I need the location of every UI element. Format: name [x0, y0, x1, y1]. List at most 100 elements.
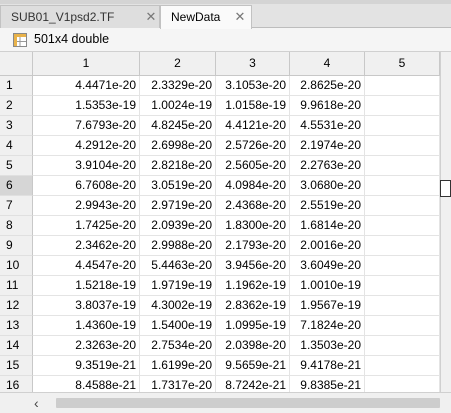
row-header-9[interactable]: 9	[0, 236, 33, 256]
table-cell[interactable]: 4.4121e-20	[216, 116, 290, 136]
row-header-10[interactable]: 10	[0, 256, 33, 276]
table-cell[interactable]: 4.8245e-20	[140, 116, 216, 136]
table-cell[interactable]: 2.9719e-20	[140, 196, 216, 216]
table-cell[interactable]: 1.6199e-20	[140, 356, 216, 376]
tab-sub01-v1psd2[interactable]: SUB01_V1psd2.TF ✕	[0, 5, 160, 28]
column-header-2[interactable]: 2	[140, 52, 216, 76]
table-cell[interactable]: 1.0158e-19	[216, 96, 290, 116]
table-cell[interactable]: 3.1053e-20	[216, 76, 290, 96]
table-cell[interactable]: 4.2912e-20	[33, 136, 140, 156]
horizontal-scrollbar[interactable]: ‹	[0, 392, 451, 413]
row-header-1[interactable]: 1	[0, 76, 33, 96]
table-cell[interactable]: 1.8300e-20	[216, 216, 290, 236]
table-cell[interactable]	[365, 76, 440, 96]
table-cell[interactable]: 4.4547e-20	[33, 256, 140, 276]
row-header-7[interactable]: 7	[0, 196, 33, 216]
table-cell[interactable]: 9.5659e-21	[216, 356, 290, 376]
table-cell[interactable]: 7.1824e-20	[290, 316, 365, 336]
table-cell[interactable]: 2.9943e-20	[33, 196, 140, 216]
table-cell[interactable]: 1.0010e-19	[290, 276, 365, 296]
table-cell[interactable]	[365, 296, 440, 316]
table-cell[interactable]	[365, 256, 440, 276]
table-cell[interactable]: 2.4368e-20	[216, 196, 290, 216]
table-cell[interactable]: 2.8625e-20	[290, 76, 365, 96]
table-cell[interactable]: 2.7534e-20	[140, 336, 216, 356]
row-header-12[interactable]: 12	[0, 296, 33, 316]
table-cell[interactable]: 2.3462e-20	[33, 236, 140, 256]
column-header-3[interactable]: 3	[216, 52, 290, 76]
table-cell[interactable]: 2.0398e-20	[216, 336, 290, 356]
table-cell[interactable]: 3.8037e-19	[33, 296, 140, 316]
table-cell[interactable]: 2.3329e-20	[140, 76, 216, 96]
table-cell[interactable]	[365, 96, 440, 116]
table-cell[interactable]	[365, 136, 440, 156]
row-header-4[interactable]: 4	[0, 136, 33, 156]
table-cell[interactable]: 2.6998e-20	[140, 136, 216, 156]
table-cell[interactable]: 1.7425e-20	[33, 216, 140, 236]
table-cell[interactable]: 2.2763e-20	[290, 156, 365, 176]
row-header-2[interactable]: 2	[0, 96, 33, 116]
table-cell[interactable]	[365, 176, 440, 196]
table-cell[interactable]: 4.0984e-20	[216, 176, 290, 196]
table-cell[interactable]: 6.7608e-20	[33, 176, 140, 196]
row-header-13[interactable]: 13	[0, 316, 33, 336]
table-cell[interactable]: 2.9988e-20	[140, 236, 216, 256]
table-cell[interactable]: 1.1962e-19	[216, 276, 290, 296]
row-header-15[interactable]: 15	[0, 356, 33, 376]
table-cell[interactable]: 1.5218e-19	[33, 276, 140, 296]
table-cell[interactable]	[365, 116, 440, 136]
table-cell[interactable]: 2.3263e-20	[33, 336, 140, 356]
table-cell[interactable]	[365, 276, 440, 296]
table-cell[interactable]: 1.5353e-19	[33, 96, 140, 116]
table-cell[interactable]: 9.3519e-21	[33, 356, 140, 376]
table-cell[interactable]: 2.5519e-20	[290, 196, 365, 216]
table-cell[interactable]: 4.3002e-19	[140, 296, 216, 316]
tab-newdata[interactable]: NewData ✕	[160, 5, 252, 29]
table-cell[interactable]: 3.9104e-20	[33, 156, 140, 176]
table-cell[interactable]: 2.5726e-20	[216, 136, 290, 156]
table-cell[interactable]: 9.4178e-21	[290, 356, 365, 376]
row-header-5[interactable]: 5	[0, 156, 33, 176]
table-cell[interactable]: 2.1793e-20	[216, 236, 290, 256]
table-cell[interactable]	[365, 156, 440, 176]
table-cell[interactable]: 1.6814e-20	[290, 216, 365, 236]
table-cell[interactable]	[365, 216, 440, 236]
table-cell[interactable]: 3.0519e-20	[140, 176, 216, 196]
row-header-11[interactable]: 11	[0, 276, 33, 296]
table-cell[interactable]: 2.8218e-20	[140, 156, 216, 176]
row-header-6[interactable]: 6	[0, 176, 33, 196]
table-cell[interactable]: 2.8362e-19	[216, 296, 290, 316]
table-cell[interactable]: 5.4463e-20	[140, 256, 216, 276]
table-cell[interactable]: 2.0939e-20	[140, 216, 216, 236]
close-icon[interactable]: ✕	[144, 6, 158, 28]
table-cell[interactable]: 1.4360e-19	[33, 316, 140, 336]
table-cell[interactable]: 2.0016e-20	[290, 236, 365, 256]
grid-corner[interactable]	[0, 52, 33, 76]
row-header-3[interactable]: 3	[0, 116, 33, 136]
row-header-14[interactable]: 14	[0, 336, 33, 356]
table-cell[interactable]	[365, 236, 440, 256]
table-cell[interactable]: 9.9618e-20	[290, 96, 365, 116]
table-cell[interactable]: 1.0024e-19	[140, 96, 216, 116]
table-cell[interactable]	[365, 336, 440, 356]
table-cell[interactable]: 4.5531e-20	[290, 116, 365, 136]
row-header-8[interactable]: 8	[0, 216, 33, 236]
table-cell[interactable]: 2.5605e-20	[216, 156, 290, 176]
vertical-scrollbar[interactable]	[440, 52, 451, 392]
table-cell[interactable]: 3.6049e-20	[290, 256, 365, 276]
table-cell[interactable]: 3.0680e-20	[290, 176, 365, 196]
table-cell[interactable]: 1.9567e-19	[290, 296, 365, 316]
table-cell[interactable]: 1.5400e-19	[140, 316, 216, 336]
table-cell[interactable]	[365, 316, 440, 336]
column-header-5[interactable]: 5	[365, 52, 440, 76]
column-header-4[interactable]: 4	[290, 52, 365, 76]
column-header-1[interactable]: 1	[33, 52, 140, 76]
close-icon[interactable]: ✕	[233, 6, 247, 28]
table-cell[interactable]: 1.3503e-20	[290, 336, 365, 356]
horizontal-scroll-thumb[interactable]	[56, 398, 440, 408]
table-cell[interactable]: 1.9719e-19	[140, 276, 216, 296]
table-cell[interactable]: 2.1974e-20	[290, 136, 365, 156]
chevron-left-icon[interactable]: ‹	[34, 394, 39, 412]
table-cell[interactable]: 4.4471e-20	[33, 76, 140, 96]
table-cell[interactable]: 7.6793e-20	[33, 116, 140, 136]
